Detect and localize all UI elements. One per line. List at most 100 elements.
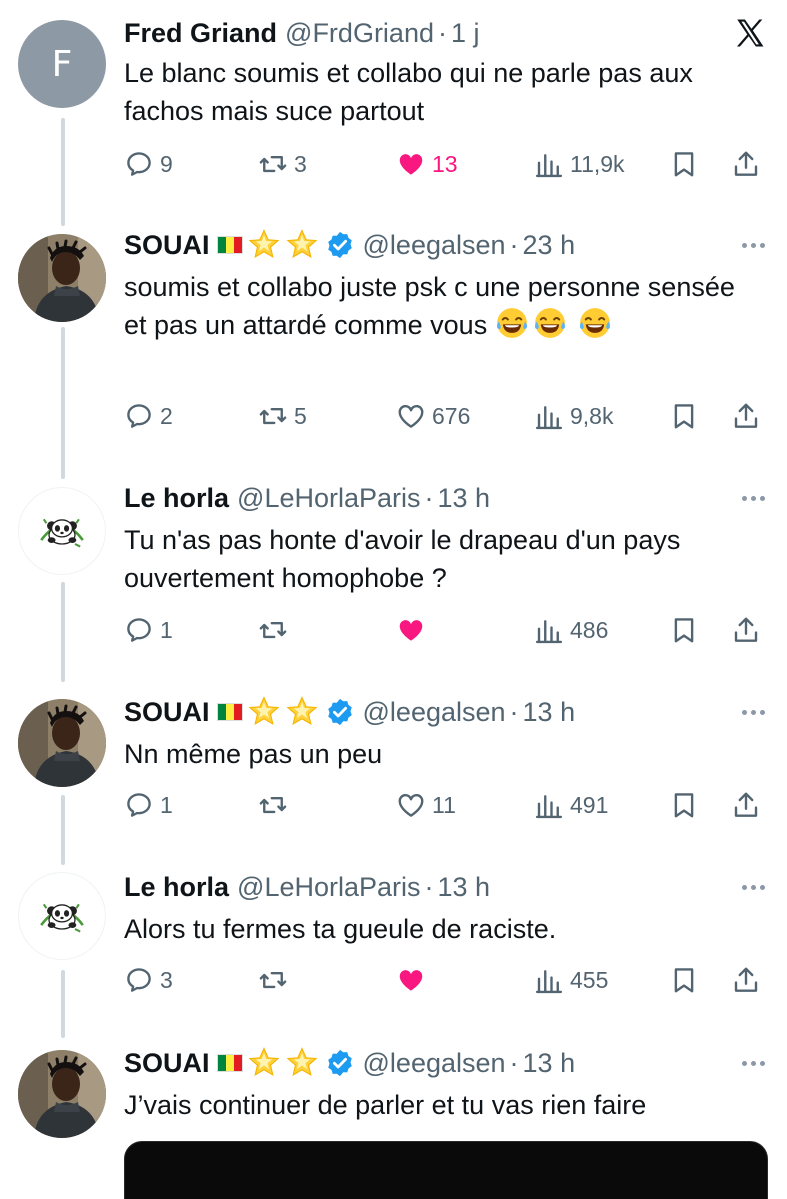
reply-button[interactable]: 9 [124,146,173,182]
tweet-text: soumis et collabo juste psk c une person… [124,272,735,340]
separator: · [509,1047,519,1078]
retweet-button[interactable]: 3 [258,146,307,182]
more-icon [742,495,747,501]
views-count: 455 [570,966,609,993]
reply-button[interactable]: 1 [124,612,173,648]
handle[interactable]: @FrdGriand [285,18,434,49]
timestamp[interactable]: 13 h [523,1048,576,1079]
bookmark-button[interactable] [668,398,700,434]
bookmark-button[interactable] [668,612,700,648]
like-button[interactable]: 11 [396,787,456,823]
reply-button[interactable]: 2 [124,398,173,434]
avatar[interactable] [18,234,106,322]
more-button[interactable] [742,228,765,262]
like-button[interactable]: 13 [396,146,458,182]
thread-line [61,795,65,865]
avatar[interactable] [18,872,106,960]
timestamp[interactable]: 23 h [523,230,576,261]
like-button[interactable] [396,962,426,998]
display-name[interactable]: Le horla [124,872,229,903]
tweet-header: SOUAI @leegalsen · 13 h [124,695,575,729]
star-icon [247,1046,281,1080]
views-button[interactable]: 11,9k [534,146,625,182]
separator: · [424,871,434,902]
handle[interactable]: @leegalsen [363,1048,506,1079]
like-button[interactable] [396,612,426,648]
retweet-button[interactable] [258,612,288,648]
heart-icon [396,149,426,179]
more-icon [742,709,747,715]
bookmark-button[interactable] [668,146,700,182]
retweet-icon [258,790,288,820]
retweet-icon [258,965,288,995]
share-button[interactable] [730,787,762,823]
more-icon [742,884,747,890]
views-icon [534,790,564,820]
views-button[interactable]: 455 [534,962,608,998]
share-button[interactable] [730,146,762,182]
avatar[interactable] [18,487,106,575]
star-icon [247,228,281,262]
more-button[interactable] [742,695,765,729]
avatar[interactable]: F [18,20,106,108]
display-name[interactable]: SOUAI [124,230,210,261]
tweet-media[interactable] [124,1141,768,1199]
tweet-actions: 3 455 [124,962,764,998]
views-icon [534,149,564,179]
display-name[interactable]: SOUAI [124,697,210,728]
retweet-button[interactable]: 5 [258,398,307,434]
laughing-emoji-icon [495,306,529,340]
timestamp[interactable]: 1 j [451,18,480,49]
handle[interactable]: @leegalsen [363,230,506,261]
retweet-button[interactable] [258,787,288,823]
tweet-text: Nn même pas un peu [124,739,383,769]
display-name[interactable]: Fred Griand [124,18,277,49]
more-button[interactable] [742,481,765,515]
share-button[interactable] [730,962,762,998]
thread-line [61,970,65,1038]
bookmark-icon [669,401,699,431]
more-icon [742,242,747,248]
reply-button[interactable]: 1 [124,787,173,823]
senegal-flag-icon [216,1054,243,1072]
star-icon [285,228,319,262]
tweet-actions: 9 3 13 11,9k [124,146,764,182]
timestamp[interactable]: 13 h [523,697,576,728]
tweet-actions: 1 486 [124,612,764,648]
share-button[interactable] [730,612,762,648]
bookmark-icon [669,965,699,995]
like-count: 11 [432,791,456,818]
senegal-flag-icon [216,236,243,254]
separator: · [437,17,447,48]
display-name[interactable]: SOUAI [124,1048,210,1079]
handle[interactable]: @LeHorlaParis [237,483,420,514]
timestamp[interactable]: 13 h [438,483,491,514]
more-button[interactable] [742,870,765,904]
handle[interactable]: @LeHorlaParis [237,872,420,903]
retweet-button[interactable] [258,962,288,998]
timestamp[interactable]: 13 h [438,872,491,903]
bookmark-button[interactable] [668,787,700,823]
reply-icon [124,965,154,995]
share-button[interactable] [730,398,762,434]
views-button[interactable]: 9,8k [534,398,613,434]
reply-count: 2 [160,402,173,429]
avatar[interactable] [18,699,106,787]
bookmark-button[interactable] [668,962,700,998]
separator: · [424,482,434,513]
avatar[interactable] [18,1050,106,1138]
profile-photo [18,1050,106,1138]
retweet-count: 3 [294,150,307,177]
star-icon [247,695,281,729]
views-button[interactable]: 486 [534,612,608,648]
profile-photo [18,699,106,787]
like-button[interactable]: 676 [396,398,470,434]
handle[interactable]: @leegalsen [363,697,506,728]
verified-icon [325,1048,355,1078]
reply-button[interactable]: 3 [124,962,173,998]
display-name[interactable]: Le horla [124,483,229,514]
views-button[interactable]: 491 [534,787,608,823]
views-count: 486 [570,616,609,643]
more-button[interactable] [742,1046,765,1080]
like-count: 13 [432,150,458,177]
